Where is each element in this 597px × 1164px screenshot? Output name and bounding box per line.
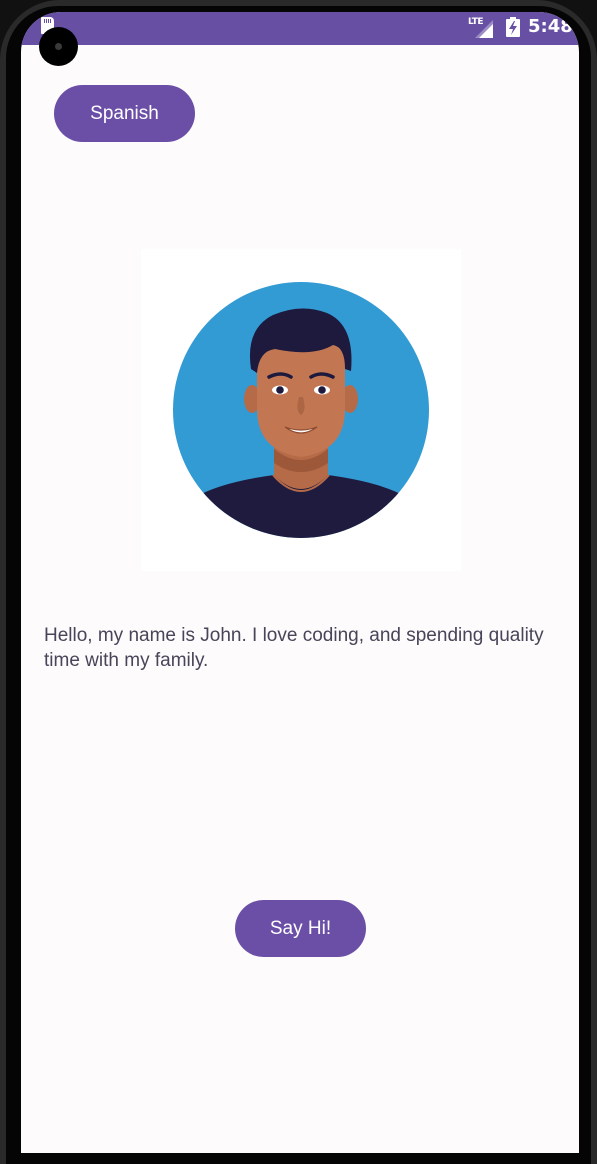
battery-charging-icon	[506, 17, 520, 37]
app-screen: LTE 5:48 Spanish Hello, my name is John.…	[21, 12, 579, 1153]
status-clock: 5:48	[528, 16, 573, 37]
spanish-language-button[interactable]: Spanish	[54, 85, 195, 142]
status-bar: LTE 5:48	[21, 12, 579, 45]
say-hi-button[interactable]: Say Hi!	[235, 900, 366, 957]
avatar-icon	[173, 282, 429, 538]
lte-signal-icon	[475, 20, 493, 38]
avatar-image	[141, 249, 461, 571]
bio-text: Hello, my name is John. I love coding, a…	[44, 625, 544, 671]
camera-cutout	[39, 27, 78, 66]
